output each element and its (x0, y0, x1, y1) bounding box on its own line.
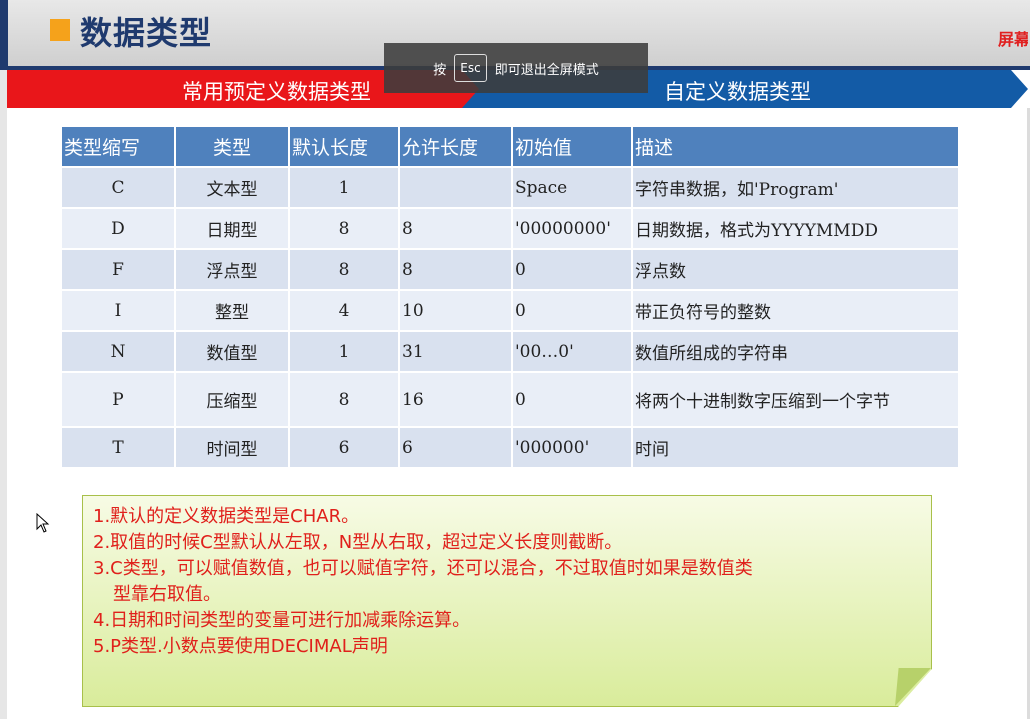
cell-initial-value: '000000' (513, 428, 633, 469)
hint-prefix: 按 (433, 62, 447, 78)
cell-allowed-length: 8 (400, 209, 513, 250)
cell-description: 时间 (633, 428, 960, 469)
cell-abbr: N (62, 332, 176, 373)
cell-type: 浮点型 (176, 250, 290, 291)
col-header-description: 描述 (633, 127, 960, 168)
banner-custom-label: 自定义数据类型 (664, 80, 811, 104)
cell-default-length: 8 (290, 250, 400, 291)
cell-abbr: D (62, 209, 176, 250)
title-bullet-icon (50, 19, 70, 41)
table-row: N 数值型 1 31 '00…0' 数值所组成的字符串 (62, 332, 960, 373)
cell-abbr: T (62, 428, 176, 469)
cell-abbr: F (62, 250, 176, 291)
cell-initial-value: '00000000' (513, 209, 633, 250)
page-fold-corner (895, 668, 931, 706)
cell-allowed-length: 6 (400, 428, 513, 469)
cell-type: 文本型 (176, 168, 290, 209)
cell-allowed-length (400, 168, 513, 209)
note-item: 2.取值的时候C型默认从左取，N型从右取，超过定义长度则截断。 (93, 532, 623, 553)
cell-default-length: 8 (290, 209, 400, 250)
col-header-type: 类型 (176, 127, 290, 168)
table-row: P 压缩型 8 16 0 将两个十进制数字压缩到一个字节 (62, 373, 960, 428)
header-accent-bar (0, 0, 8, 66)
data-types-table: 类型缩写 类型 默认长度 允许长度 初始值 描述 C 文本型 1 Space 字… (62, 127, 960, 469)
cell-description: 字符串数据，如'Program' (633, 168, 960, 209)
slide-title: 数据类型 (80, 14, 213, 52)
cell-abbr: C (62, 168, 176, 209)
cell-default-length: 6 (290, 428, 400, 469)
cell-description: 将两个十进制数字压缩到一个字节 (633, 373, 960, 428)
note-text: 3.C类型，可以赋值数值，也可以赋值字符，还可以混合，不过取值时如果是数值类 (93, 558, 753, 579)
notes-callout: 1.默认的定义数据类型是CHAR。 2.取值的时候C型默认从左取，N型从右取，超… (82, 495, 932, 707)
cell-allowed-length: 8 (400, 250, 513, 291)
mouse-pointer-icon (36, 513, 50, 533)
table-header-row: 类型缩写 类型 默认长度 允许长度 初始值 描述 (62, 127, 960, 168)
fullscreen-exit-hint: 按 Esc 即可退出全屏模式 (384, 43, 648, 93)
cell-initial-value: 0 (513, 291, 633, 332)
cell-initial-value: Space (513, 168, 633, 209)
note-item: 4.日期和时间类型的变量可进行加减乘除运算。 (93, 610, 471, 631)
cell-initial-value: 0 (513, 373, 633, 428)
cell-default-length: 1 (290, 168, 400, 209)
left-border (0, 70, 7, 719)
table-row: I 整型 4 10 0 带正负符号的整数 (62, 291, 960, 332)
cell-abbr: I (62, 291, 176, 332)
cell-type: 时间型 (176, 428, 290, 469)
cell-initial-value: '00…0' (513, 332, 633, 373)
cell-description: 日期数据，格式为YYYYMMDD (633, 209, 960, 250)
cell-allowed-length: 31 (400, 332, 513, 373)
table-row: C 文本型 1 Space 字符串数据，如'Program' (62, 168, 960, 209)
header-right-label: 屏幕 (998, 30, 1028, 49)
cell-type: 压缩型 (176, 373, 290, 428)
note-text-continued: 型靠右取值。 (113, 584, 221, 605)
cell-description: 浮点数 (633, 250, 960, 291)
cell-initial-value: 0 (513, 250, 633, 291)
cell-description: 带正负符号的整数 (633, 291, 960, 332)
note-item: 5.P类型.小数点要使用DECIMAL声明 (93, 636, 388, 657)
cell-description: 数值所组成的字符串 (633, 332, 960, 373)
table-row: D 日期型 8 8 '00000000' 日期数据，格式为YYYYMMDD (62, 209, 960, 250)
notes-list: 1.默认的定义数据类型是CHAR。 2.取值的时候C型默认从左取，N型从右取，超… (83, 496, 931, 660)
esc-key-icon: Esc (454, 54, 487, 82)
note-item: 3.C类型，可以赋值数值，也可以赋值字符，还可以混合，不过取值时如果是数值类 型… (93, 556, 921, 608)
cell-type: 日期型 (176, 209, 290, 250)
cell-type: 整型 (176, 291, 290, 332)
banner-predefined-label: 常用预定义数据类型 (182, 80, 371, 104)
cell-allowed-length: 10 (400, 291, 513, 332)
table-row: F 浮点型 8 8 0 浮点数 (62, 250, 960, 291)
cell-abbr: P (62, 373, 176, 428)
col-header-allowed-length: 允许长度 (400, 127, 513, 168)
cell-default-length: 1 (290, 332, 400, 373)
col-header-initial-value: 初始值 (513, 127, 633, 168)
note-item: 1.默认的定义数据类型是CHAR。 (93, 506, 360, 527)
cell-default-length: 8 (290, 373, 400, 428)
col-header-default-length: 默认长度 (290, 127, 400, 168)
hint-suffix: 即可退出全屏模式 (494, 62, 599, 78)
cell-allowed-length: 16 (400, 373, 513, 428)
table-row: T 时间型 6 6 '000000' 时间 (62, 428, 960, 469)
cell-default-length: 4 (290, 291, 400, 332)
col-header-abbr: 类型缩写 (62, 127, 176, 168)
cell-type: 数值型 (176, 332, 290, 373)
